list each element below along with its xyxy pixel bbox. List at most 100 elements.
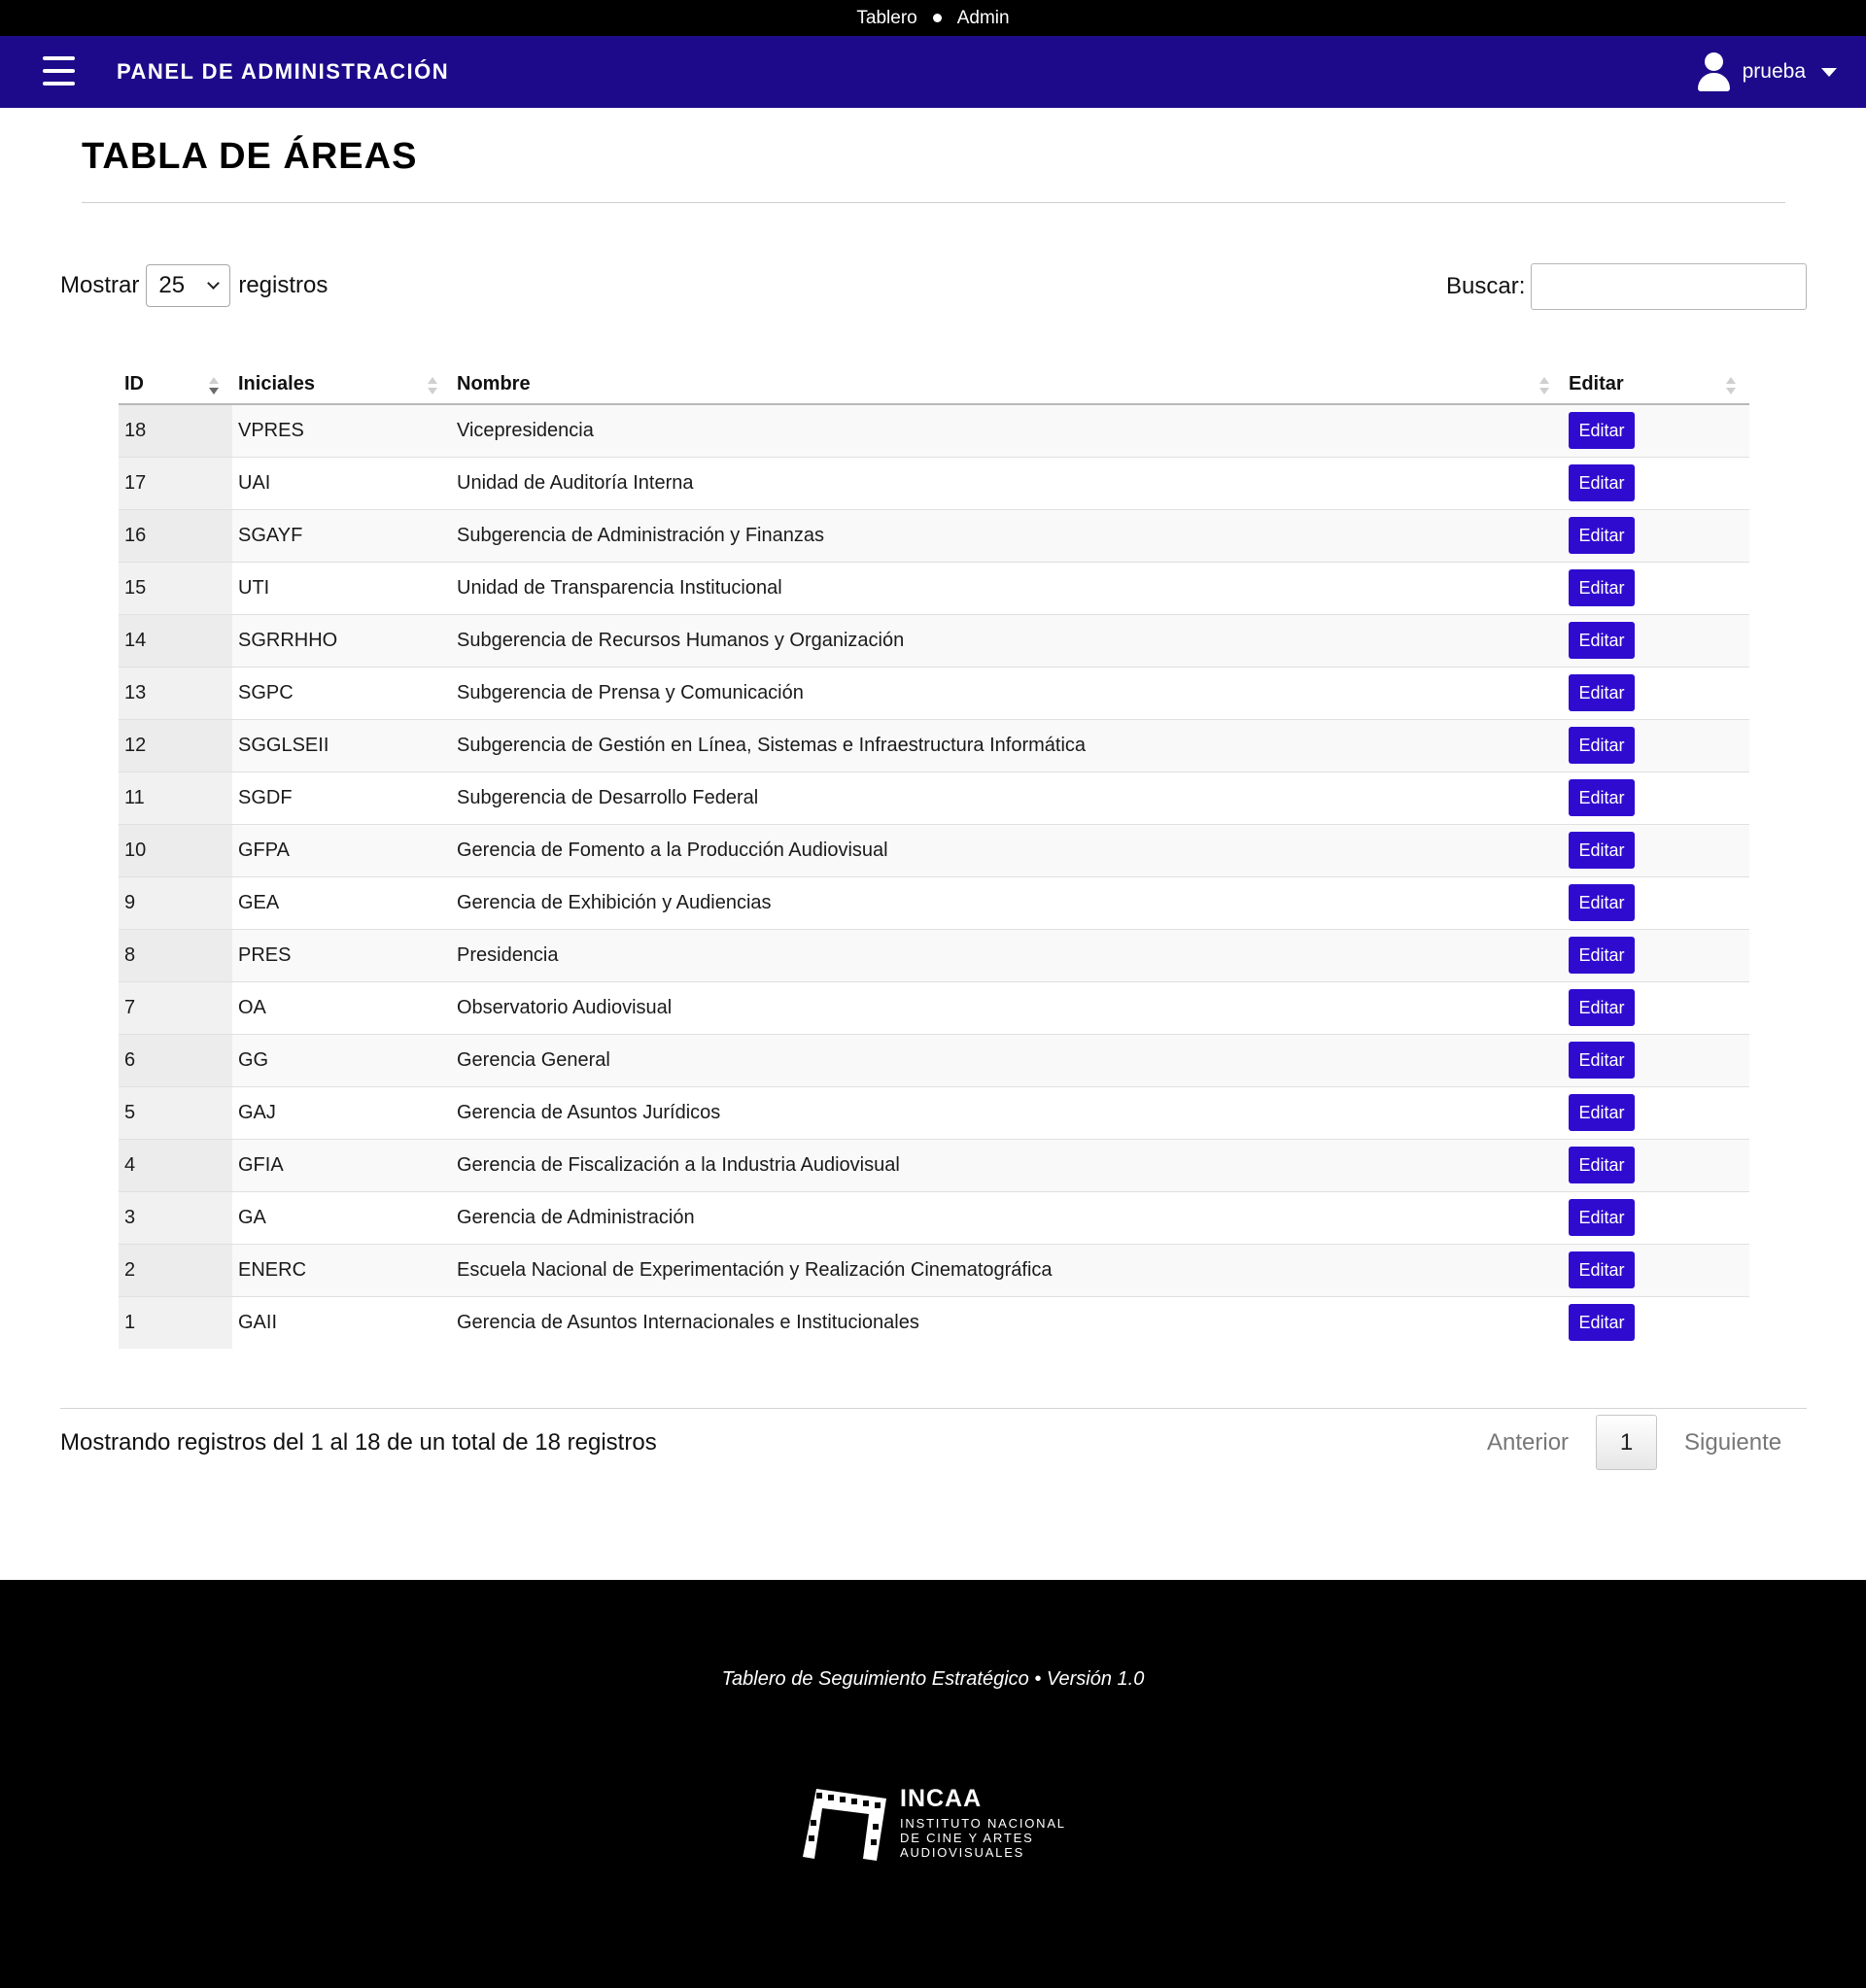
edit-button[interactable]: Editar bbox=[1569, 569, 1635, 606]
chevron-down-icon bbox=[207, 277, 221, 290]
cell-id: 4 bbox=[119, 1138, 232, 1191]
table-info: Mostrando registros del 1 al 18 de un to… bbox=[60, 1429, 657, 1456]
edit-button[interactable]: Editar bbox=[1569, 412, 1635, 450]
sort-desc-icon bbox=[209, 377, 219, 396]
breadcrumb-current-link[interactable]: Admin bbox=[957, 8, 1010, 29]
table-row: 6 GG Gerencia General Editar bbox=[119, 1033, 1749, 1086]
cell-initials: GG bbox=[232, 1033, 451, 1086]
cell-edit: Editar bbox=[1563, 823, 1749, 876]
cell-initials: ENERC bbox=[232, 1243, 451, 1296]
edit-button[interactable]: Editar bbox=[1569, 1094, 1635, 1131]
column-header-initials[interactable]: Iniciales bbox=[232, 365, 451, 405]
cell-id: 1 bbox=[119, 1295, 232, 1349]
edit-button[interactable]: Editar bbox=[1569, 1042, 1635, 1079]
user-menu[interactable]: prueba bbox=[1696, 51, 1837, 92]
column-header-edit[interactable]: Editar bbox=[1563, 365, 1749, 405]
cell-initials: GFIA bbox=[232, 1138, 451, 1191]
pagination-next[interactable]: Siguiente bbox=[1684, 1429, 1781, 1457]
cell-name: Subgerencia de Prensa y Comunicación bbox=[451, 666, 1563, 719]
page-length-control: Mostrar 25 registros bbox=[60, 264, 328, 307]
cell-id: 13 bbox=[119, 666, 232, 719]
cell-edit: Editar bbox=[1563, 404, 1749, 457]
edit-button[interactable]: Editar bbox=[1569, 674, 1635, 711]
page-title: TABLA DE ÁREAS bbox=[82, 136, 418, 177]
edit-button[interactable]: Editar bbox=[1569, 464, 1635, 501]
cell-name: Subgerencia de Desarrollo Federal bbox=[451, 771, 1563, 824]
edit-button[interactable]: Editar bbox=[1569, 779, 1635, 816]
cell-edit: Editar bbox=[1563, 875, 1749, 929]
column-header-name[interactable]: Nombre bbox=[451, 365, 1563, 405]
incaa-logo-icon bbox=[803, 1789, 886, 1861]
table-row: 2 ENERC Escuela Nacional de Experimentació… bbox=[119, 1243, 1749, 1296]
cell-id: 7 bbox=[119, 980, 232, 1034]
edit-button[interactable]: Editar bbox=[1569, 989, 1635, 1026]
edit-button[interactable]: Editar bbox=[1569, 1304, 1635, 1342]
cell-initials: GFPA bbox=[232, 823, 451, 876]
logo-subtitle-line-2: DE CINE Y ARTES bbox=[900, 1830, 1034, 1845]
user-name: prueba bbox=[1742, 60, 1806, 83]
sort-icon bbox=[1539, 377, 1549, 396]
page-footer: Tablero de Seguimiento Estratégico • Ver… bbox=[0, 1580, 1866, 1988]
cell-edit: Editar bbox=[1563, 1033, 1749, 1086]
table-body: 18 VPRES Vicepresidencia Editar 17 UAI Unidad … bbox=[119, 404, 1749, 1349]
column-header-id[interactable]: ID bbox=[119, 365, 232, 405]
pagination-page-1[interactable]: 1 bbox=[1596, 1415, 1658, 1470]
user-icon bbox=[1696, 52, 1731, 91]
cell-initials: UTI bbox=[232, 561, 451, 614]
incaa-logo: INCAA INSTITUTO NACIONAL DE CINE Y ARTES… bbox=[803, 1784, 1075, 1862]
table-row: 16 SGAYF Subgerencia de Administración y F… bbox=[119, 508, 1749, 562]
cell-initials: GEA bbox=[232, 875, 451, 929]
cell-name: Escuela Nacional de Experimentación y Re… bbox=[451, 1243, 1563, 1296]
cell-initials: SGPC bbox=[232, 666, 451, 719]
cell-name: Gerencia de Fiscalización a la Industria… bbox=[451, 1138, 1563, 1191]
cell-name: Gerencia de Asuntos Jurídicos bbox=[451, 1085, 1563, 1139]
cell-edit: Editar bbox=[1563, 613, 1749, 667]
table-row: 17 UAI Unidad de Auditoría Interna Editar bbox=[119, 456, 1749, 509]
table-row: 3 GA Gerencia de Administración Editar bbox=[119, 1190, 1749, 1244]
cell-id: 9 bbox=[119, 875, 232, 929]
page-length-select[interactable]: 25 bbox=[146, 264, 231, 307]
table-row: 1 GAII Gerencia de Asuntos Internacionales… bbox=[119, 1295, 1749, 1349]
app-title: PANEL DE ADMINISTRACIÓN bbox=[117, 59, 450, 84]
edit-button[interactable]: Editar bbox=[1569, 937, 1635, 974]
sort-icon bbox=[1726, 377, 1736, 396]
breadcrumb-separator-icon bbox=[932, 14, 942, 22]
cell-initials: SGRRHHO bbox=[232, 613, 451, 667]
edit-button[interactable]: Editar bbox=[1569, 622, 1635, 659]
cell-id: 14 bbox=[119, 613, 232, 667]
table-row: 13 SGPC Subgerencia de Prensa y Comunicaci… bbox=[119, 666, 1749, 719]
breadcrumb: Tablero Admin bbox=[0, 0, 1866, 36]
edit-button[interactable]: Editar bbox=[1569, 832, 1635, 869]
search-input[interactable] bbox=[1531, 263, 1808, 310]
table-row: 9 GEA Gerencia de Exhibición y Audiencias E… bbox=[119, 875, 1749, 929]
cell-initials: UAI bbox=[232, 456, 451, 509]
cell-name: Subgerencia de Gestión en Línea, Sistema… bbox=[451, 718, 1563, 771]
title-divider bbox=[82, 202, 1785, 203]
cell-edit: Editar bbox=[1563, 666, 1749, 719]
table-row: 12 SGGLSEII Subgerencia de Gestión en Líne… bbox=[119, 718, 1749, 771]
edit-button[interactable]: Editar bbox=[1569, 517, 1635, 554]
cell-edit: Editar bbox=[1563, 1243, 1749, 1296]
cell-id: 8 bbox=[119, 928, 232, 981]
cell-name: Unidad de Auditoría Interna bbox=[451, 456, 1563, 509]
cell-id: 3 bbox=[119, 1190, 232, 1244]
breadcrumb-home-link[interactable]: Tablero bbox=[856, 8, 916, 29]
pagination-previous[interactable]: Anterior bbox=[1487, 1429, 1569, 1457]
edit-button[interactable]: Editar bbox=[1569, 727, 1635, 764]
cell-id: 2 bbox=[119, 1243, 232, 1296]
caret-down-icon bbox=[1821, 67, 1837, 77]
edit-button[interactable]: Editar bbox=[1569, 1199, 1635, 1236]
edit-button[interactable]: Editar bbox=[1569, 1147, 1635, 1183]
cell-edit: Editar bbox=[1563, 1085, 1749, 1139]
cell-id: 11 bbox=[119, 771, 232, 824]
edit-button[interactable]: Editar bbox=[1569, 1251, 1635, 1288]
column-header-name-label: Nombre bbox=[457, 373, 531, 394]
cell-id: 10 bbox=[119, 823, 232, 876]
cell-name: Gerencia de Fomento a la Producción Audi… bbox=[451, 823, 1563, 876]
cell-initials: GAJ bbox=[232, 1085, 451, 1139]
menu-icon[interactable] bbox=[43, 56, 75, 86]
search-label: Buscar: bbox=[1446, 273, 1526, 299]
cell-name: Subgerencia de Administración y Finanzas bbox=[451, 508, 1563, 562]
edit-button[interactable]: Editar bbox=[1569, 884, 1635, 921]
cell-initials: GA bbox=[232, 1190, 451, 1244]
